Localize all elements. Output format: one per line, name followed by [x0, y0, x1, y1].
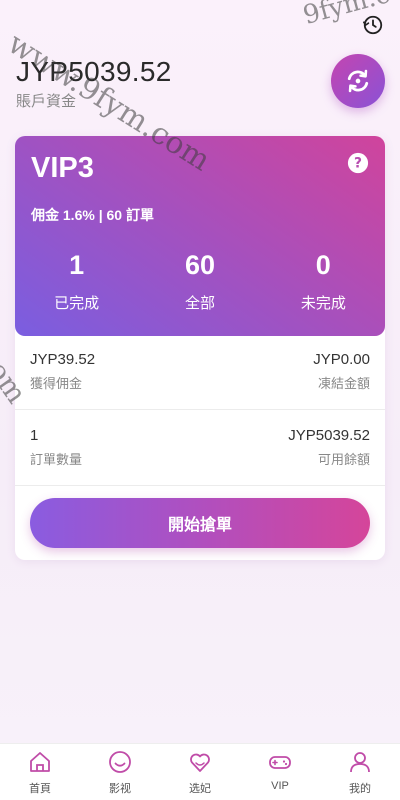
vip-commission-info: 佣金 1.6% | 60 訂單 — [31, 207, 154, 223]
heart-icon — [190, 753, 210, 772]
earned-commission: JYP39.52 獲得佣金 — [30, 351, 95, 392]
watermark-text: 9fym.com — [300, 0, 400, 31]
start-grab-order-button[interactable]: 開始搶單 — [30, 498, 370, 548]
orders-row: 1 訂單數量 JYP5039.52 可用餘額 — [15, 427, 385, 468]
vip-card: VIP3 ? 佣金 1.6% | 60 訂單 1 已完成 60 全部 0 未完成 — [15, 136, 385, 336]
divider — [15, 485, 385, 486]
refresh-icon — [347, 69, 369, 93]
balance-label: 賬戶資金 — [16, 93, 77, 110]
orders-value: 1 — [30, 427, 39, 444]
bottom-tab-bar: 首頁 影视 选妃 VIP 我的 — [0, 743, 400, 800]
gamepad-icon — [269, 756, 291, 769]
stat-value: 0 — [315, 250, 331, 280]
order-count: 1 訂單數量 — [30, 427, 82, 468]
tab-mine[interactable]: 我的 — [320, 744, 400, 800]
tab-label: 首頁 — [29, 783, 51, 795]
frozen-label: 凍結金額 — [317, 376, 370, 391]
stat-value: 60 — [184, 250, 216, 280]
tab-select[interactable]: 选妃 — [160, 744, 240, 800]
history-icon[interactable] — [362, 14, 384, 36]
home-icon — [30, 752, 50, 772]
help-icon[interactable]: ? — [347, 152, 369, 174]
account-card: VIP3 ? 佣金 1.6% | 60 訂單 1 已完成 60 全部 0 未完成… — [15, 136, 385, 560]
earned-value: JYP39.52 — [30, 351, 96, 368]
divider — [15, 409, 385, 410]
stat-label: 全部 — [184, 295, 215, 312]
order-stats: 1 已完成 60 全部 0 未完成 — [15, 248, 385, 313]
tab-label: 选妃 — [189, 783, 211, 795]
stat-completed: 1 已完成 — [15, 248, 138, 313]
stat-total: 60 全部 — [138, 248, 261, 313]
available-label: 可用餘額 — [317, 452, 370, 467]
svg-text:?: ? — [354, 156, 362, 172]
tab-label: VIP — [271, 780, 289, 792]
orders-label: 訂單數量 — [30, 452, 83, 467]
available-balance: JYP5039.52 可用餘額 — [288, 427, 370, 468]
available-value: JYP5039.52 — [288, 427, 370, 444]
balance-amount: JYP5039.52 — [16, 56, 172, 87]
refresh-button[interactable] — [331, 54, 385, 108]
user-icon — [350, 752, 370, 773]
stat-pending: 0 未完成 — [262, 248, 385, 313]
stat-label: 未完成 — [300, 295, 346, 312]
tab-label: 我的 — [349, 783, 371, 795]
account-balance: JYP5039.52 賬戶資金 — [16, 56, 172, 111]
earned-label: 獲得佣金 — [30, 376, 83, 391]
stat-label: 已完成 — [54, 295, 100, 312]
tab-label: 影视 — [109, 783, 131, 795]
stat-value: 1 — [69, 250, 85, 280]
commission-row: JYP39.52 獲得佣金 JYP0.00 凍結金額 — [15, 351, 385, 392]
tab-home[interactable]: 首頁 — [0, 744, 80, 800]
frozen-value: JYP0.00 — [313, 351, 370, 368]
tab-vip[interactable]: VIP — [240, 744, 320, 800]
vip-level: VIP3 — [31, 152, 94, 184]
frozen-amount: JYP0.00 凍結金額 — [313, 351, 370, 392]
smile-icon — [109, 751, 131, 773]
tab-video[interactable]: 影视 — [80, 744, 160, 800]
